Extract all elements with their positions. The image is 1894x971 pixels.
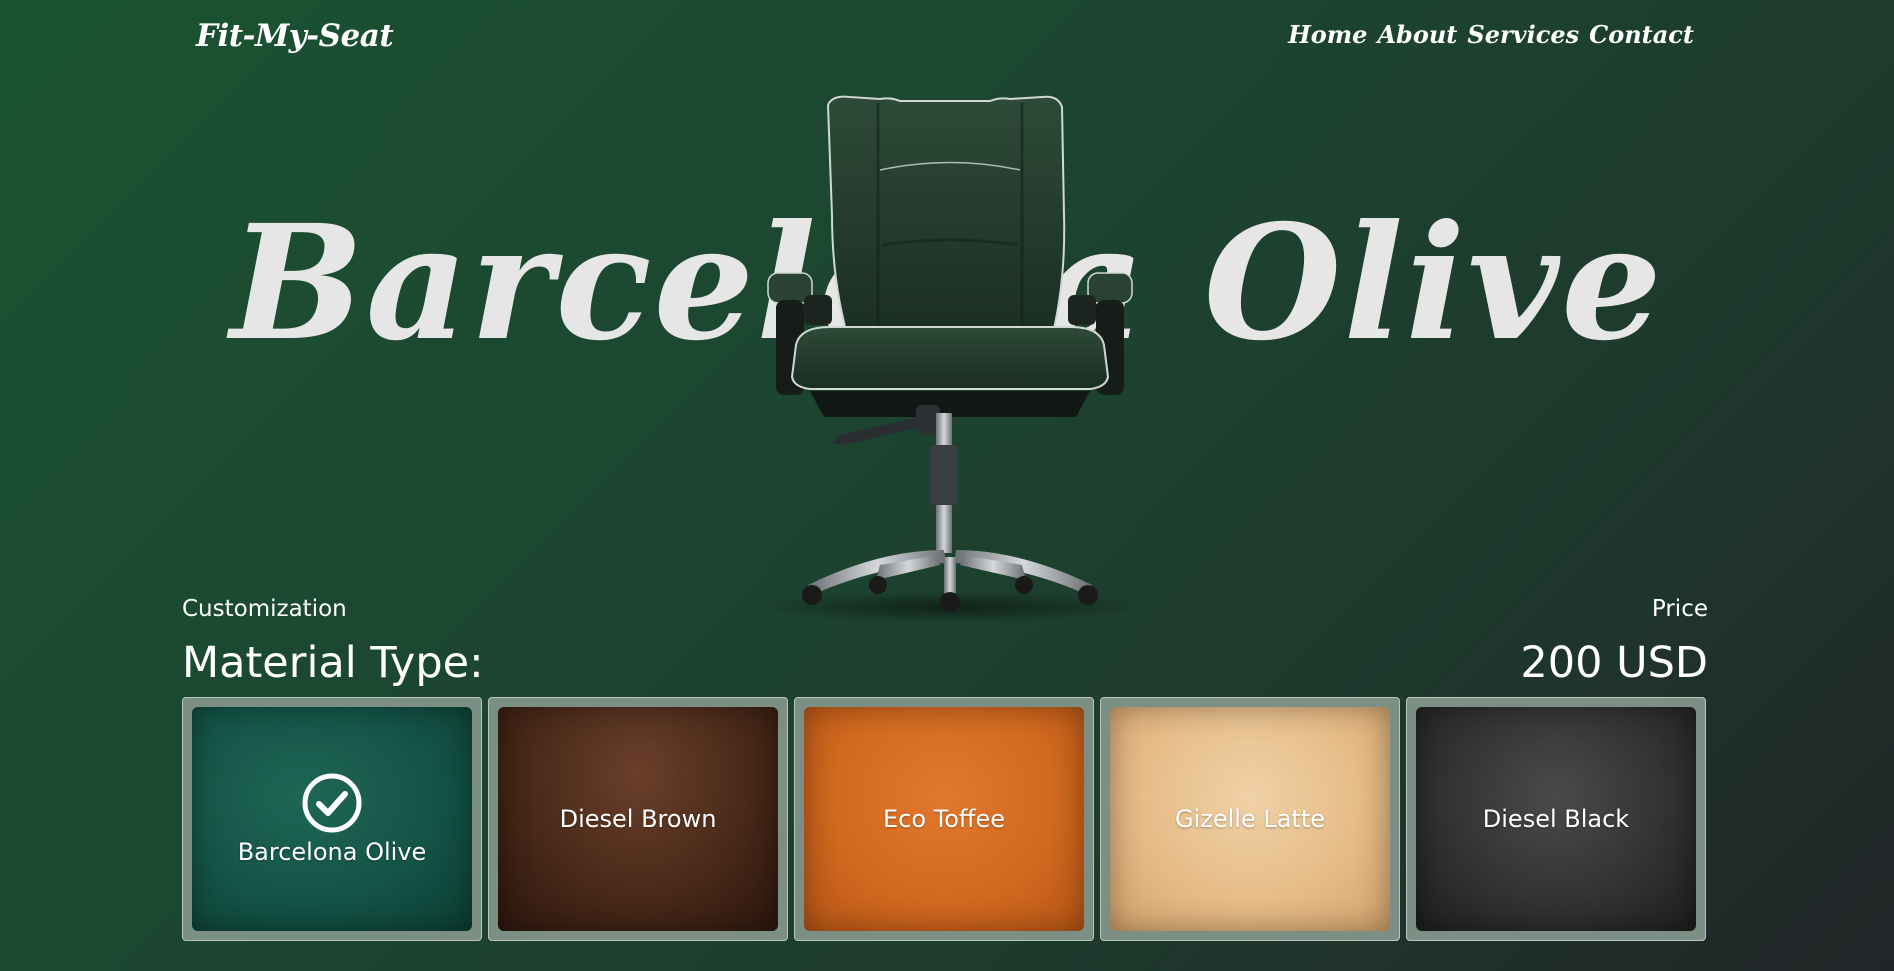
swatch-texture: Gizelle Latte: [1110, 707, 1390, 931]
office-chair-icon: [760, 95, 1140, 623]
material-swatches: Barcelona Olive Diesel Brown Eco Toffee …: [182, 697, 1706, 941]
swatch-eco-toffee[interactable]: Eco Toffee: [794, 697, 1094, 941]
swatch-diesel-brown[interactable]: Diesel Brown: [488, 697, 788, 941]
swatch-label: Gizelle Latte: [1174, 805, 1326, 833]
nav-about[interactable]: About: [1377, 20, 1457, 49]
swatch-label: Diesel Black: [1482, 805, 1630, 833]
nav-home[interactable]: Home: [1288, 20, 1367, 49]
swatch-texture: Eco Toffee: [804, 707, 1084, 931]
nav-services[interactable]: Services: [1467, 20, 1579, 49]
swatch-texture: Diesel Brown: [498, 707, 778, 931]
customization-label: Customization: [182, 596, 347, 622]
swatch-label: Barcelona Olive: [237, 838, 427, 866]
price-value: 200 USD: [1520, 638, 1708, 688]
swatch-texture: Diesel Black: [1416, 707, 1696, 931]
checkmark-circle-icon: [302, 773, 362, 833]
nav-contact[interactable]: Contact: [1589, 20, 1694, 49]
main-nav: Home About Services Contact: [1288, 20, 1694, 49]
swatch-gizelle-latte[interactable]: Gizelle Latte: [1100, 697, 1400, 941]
swatch-label: Diesel Brown: [559, 805, 717, 833]
site-logo[interactable]: Fit-My-Seat: [196, 18, 394, 54]
swatch-barcelona-olive[interactable]: Barcelona Olive: [182, 697, 482, 941]
swatch-texture: Barcelona Olive: [192, 707, 472, 931]
swatch-diesel-black[interactable]: Diesel Black: [1406, 697, 1706, 941]
swatch-label: Eco Toffee: [882, 805, 1005, 833]
material-type-heading: Material Type:: [182, 638, 484, 688]
price-label: Price: [1651, 596, 1708, 622]
